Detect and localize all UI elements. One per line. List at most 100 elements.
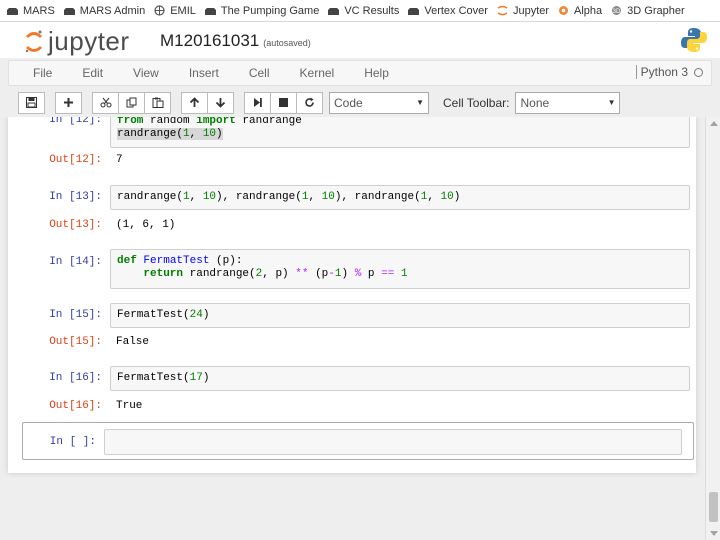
step-forward-icon <box>254 98 262 107</box>
move-up-button[interactable] <box>181 91 208 114</box>
menu-bar: File Edit View Insert Cell Kernel Help P… <box>8 60 712 86</box>
menu-edit[interactable]: Edit <box>67 66 118 80</box>
code-cell-13-input[interactable]: randrange(1, 10), randrange(1, 10), rand… <box>110 185 690 210</box>
code-cell-14-input[interactable]: def FermatTest (p): return randrange(2, … <box>110 249 690 289</box>
grapher-icon: 3D <box>610 5 623 16</box>
move-down-button[interactable] <box>207 91 234 114</box>
chevron-down-icon: ▼ <box>607 98 616 107</box>
output-prompt-16: Out[16]: <box>49 400 102 412</box>
notebook-title[interactable]: M120161031 <box>160 31 259 50</box>
globe-icon <box>153 5 166 16</box>
cell-toolbar-label: Cell Toolbar: <box>443 95 510 110</box>
menu-view[interactable]: View <box>118 66 174 80</box>
bookmark-icon <box>407 5 420 16</box>
save-icon <box>26 97 37 108</box>
bookmark-icon <box>204 5 217 16</box>
jupyter-icon <box>496 5 509 16</box>
toolbar-group-insert <box>55 91 82 114</box>
python-logo-icon <box>680 26 708 59</box>
cell-toolbar-select[interactable]: None ▼ <box>515 91 621 114</box>
code-line: from random import randrange <box>117 117 302 127</box>
cell-16-output: True <box>116 400 143 412</box>
save-button[interactable] <box>18 91 45 114</box>
input-prompt-13: In [13]: <box>49 191 102 203</box>
menu-kernel[interactable]: Kernel <box>285 66 350 80</box>
cell-13-output: (1, 6, 1) <box>116 219 176 231</box>
wolfram-alpha-icon <box>557 5 570 16</box>
bookmark-icon <box>327 5 340 16</box>
autosave-status: (autosaved) <box>263 38 311 48</box>
cell-toolbar-value: None <box>520 95 550 110</box>
input-prompt-12: In [12]: <box>49 117 102 126</box>
menu-insert[interactable]: Insert <box>174 66 234 80</box>
code-cell-empty-input[interactable] <box>104 429 682 455</box>
insert-cell-button[interactable] <box>55 91 82 114</box>
toolbar-group-move <box>181 91 234 114</box>
bookmark-mars-admin[interactable]: MARS Admin <box>63 5 145 17</box>
bookmark-jupyter[interactable]: Jupyter <box>496 5 549 17</box>
menu-cell[interactable]: Cell <box>234 66 285 80</box>
code-cell-16-input[interactable]: FermatTest(17) <box>110 366 690 391</box>
cell-type-select[interactable]: Code ▼ <box>329 91 429 114</box>
notebook-container: In [12]: from random import randrange ra… <box>8 117 696 473</box>
notebook-scroll-area[interactable]: In [12]: from random import randrange ra… <box>0 117 705 540</box>
cut-button[interactable] <box>92 91 119 114</box>
code-line-randrange: randrange(1, 10) <box>117 128 223 140</box>
paste-icon <box>152 97 163 108</box>
code-line: FermatTest(17) <box>117 372 210 384</box>
bookmark-icon <box>63 5 76 16</box>
input-prompt-14: In [14]: <box>49 256 102 268</box>
restart-kernel-button[interactable] <box>296 91 323 114</box>
code-cell-12-input[interactable]: from random import randrange randrange(1… <box>110 117 690 148</box>
code-line-return: return randrange(2, p) ** (p-1) % p == 1 <box>143 268 408 280</box>
bookmark-mars[interactable]: MARS <box>6 5 55 17</box>
bookmark-icon <box>6 5 19 16</box>
bookmarks-bar: MARS MARS Admin EMIL The Pumping Game VC… <box>0 0 720 22</box>
output-prompt-12: Out[12]: <box>49 154 102 166</box>
input-prompt-16: In [16]: <box>49 372 102 384</box>
input-prompt-15: In [15]: <box>49 309 102 321</box>
main-toolbar: Code ▼ Cell Toolbar: None ▼ <box>8 89 712 116</box>
vertical-scrollbar[interactable] <box>705 117 720 540</box>
interrupt-kernel-button[interactable] <box>270 91 297 114</box>
jupyter-logo-icon <box>25 30 42 52</box>
scroll-down-icon[interactable] <box>710 531 718 536</box>
bookmark-vc-results[interactable]: VC Results <box>327 5 399 17</box>
output-prompt-15: Out[15]: <box>49 336 102 348</box>
bookmark-emil[interactable]: EMIL <box>153 5 196 17</box>
toolbar-group-run <box>244 91 323 114</box>
bookmark-pumping-game[interactable]: The Pumping Game <box>204 5 319 17</box>
jupyter-logo[interactable]: jupyter <box>24 26 130 57</box>
run-cell-button[interactable] <box>244 91 271 114</box>
notebook-name[interactable]: M120161031 (autosaved) <box>160 31 311 51</box>
bookmark-3d-grapher[interactable]: 3D 3D Grapher <box>610 5 685 17</box>
cell-12-output: 7 <box>116 154 123 166</box>
bookmark-alpha[interactable]: Alpha <box>557 5 602 17</box>
scrollbar-thumb[interactable] <box>709 492 718 522</box>
code-cell-15-input[interactable]: FermatTest(24) <box>110 303 690 328</box>
menu-help[interactable]: Help <box>349 66 404 80</box>
bookmark-vertex-cover[interactable]: Vertex Cover <box>407 5 488 17</box>
chevron-down-icon: ▼ <box>416 98 424 107</box>
scissors-icon <box>100 97 111 108</box>
kernel-indicator[interactable]: Python 3 <box>635 65 703 79</box>
plus-icon <box>64 98 73 107</box>
menu-file[interactable]: File <box>9 66 67 80</box>
toolbar-group-save <box>18 91 45 114</box>
copy-icon <box>126 97 136 108</box>
kernel-idle-icon <box>694 67 703 77</box>
code-line: randrange(1, 10), randrange(1, 10), rand… <box>117 191 461 203</box>
svg-text:3D: 3D <box>613 9 621 15</box>
refresh-icon <box>305 97 314 107</box>
copy-button[interactable] <box>118 91 145 114</box>
kernel-name: Python 3 <box>640 65 688 79</box>
arrow-up-icon <box>189 97 200 107</box>
cell-type-value: Code <box>334 95 363 110</box>
stop-icon <box>279 98 288 107</box>
paste-button[interactable] <box>144 91 171 114</box>
code-line: FermatTest(24) <box>117 309 210 321</box>
code-line-def: def FermatTest (p): <box>117 255 243 267</box>
jupyter-wordmark: jupyter <box>48 26 130 56</box>
scroll-up-icon[interactable] <box>710 121 718 126</box>
input-prompt-empty: In [ ]: <box>49 436 96 448</box>
